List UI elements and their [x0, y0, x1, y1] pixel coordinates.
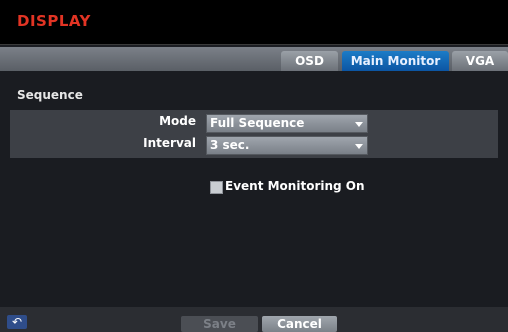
mode-value: Full Sequence	[210, 116, 305, 130]
mode-label: Mode	[159, 114, 196, 128]
title-bar: DISPLAY	[0, 0, 508, 45]
save-button[interactable]: Save	[181, 316, 258, 332]
event-monitoring-label[interactable]: Event Monitoring On	[225, 179, 365, 193]
tab-osd[interactable]: OSD	[281, 51, 338, 71]
tab-bar: OSD Main Monitor VGA	[0, 47, 508, 71]
mode-dropdown[interactable]: Full Sequence	[206, 114, 368, 133]
section-title: Sequence	[17, 88, 83, 102]
cancel-button[interactable]: Cancel	[262, 316, 337, 332]
chevron-down-icon	[355, 144, 363, 149]
tab-main-monitor[interactable]: Main Monitor	[342, 51, 449, 71]
display-window: DISPLAY OSD Main Monitor VGA Sequence Mo…	[0, 0, 508, 332]
event-monitoring-checkbox[interactable]	[210, 181, 223, 194]
interval-value: 3 sec.	[210, 138, 250, 152]
back-arrow-icon[interactable]: ↶	[7, 315, 27, 329]
chevron-down-icon	[355, 122, 363, 127]
tab-vga[interactable]: VGA	[452, 51, 508, 71]
interval-label: Interval	[143, 136, 196, 150]
window-title: DISPLAY	[17, 12, 91, 30]
interval-dropdown[interactable]: 3 sec.	[206, 136, 368, 155]
